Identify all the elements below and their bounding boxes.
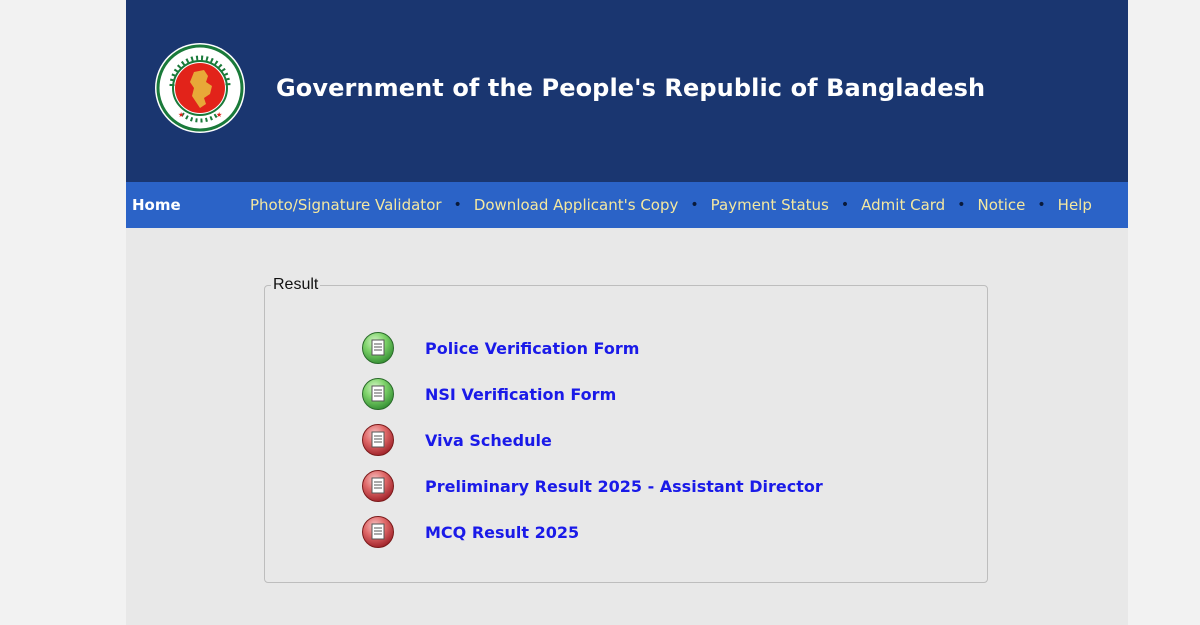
result-item-mcq-result[interactable]: MCQ Result 2025 (361, 515, 579, 549)
nav-notice[interactable]: Notice (977, 196, 1025, 214)
nsi-verification-form-link[interactable]: NSI Verification Form (425, 385, 616, 404)
result-item-police-verification[interactable]: Police Verification Form (361, 331, 639, 365)
nav-download-applicants-copy[interactable]: Download Applicant's Copy (474, 196, 679, 214)
nav-separator: • (690, 197, 699, 213)
document-red-icon[interactable] (361, 423, 395, 457)
document-green-icon[interactable] (361, 331, 395, 365)
nav-admit-card[interactable]: Admit Card (861, 196, 945, 214)
nav-links: Photo/Signature Validator • Download App… (250, 182, 1092, 228)
nav-separator: • (840, 197, 850, 213)
nav-separator: • (957, 197, 966, 213)
nav-home-link[interactable]: Home (132, 182, 181, 228)
svg-text:★: ★ (216, 111, 222, 119)
nav-separator: • (1037, 197, 1046, 213)
preliminary-result-link[interactable]: Preliminary Result 2025 - Assistant Dire… (425, 477, 823, 496)
site-title: Government of the People's Republic of B… (276, 74, 986, 102)
nav-help[interactable]: Help (1058, 196, 1092, 214)
svg-text:★: ★ (178, 111, 184, 119)
site-header: ★ ★ Government of the People's Republic … (126, 0, 1128, 182)
page-container: ★ ★ Government of the People's Republic … (126, 0, 1128, 625)
mcq-result-link[interactable]: MCQ Result 2025 (425, 523, 579, 542)
result-item-preliminary-result[interactable]: Preliminary Result 2025 - Assistant Dire… (361, 469, 823, 503)
result-item-nsi-verification[interactable]: NSI Verification Form (361, 377, 616, 411)
nav-payment-status[interactable]: Payment Status (711, 196, 829, 214)
document-red-icon[interactable] (361, 469, 395, 503)
police-verification-form-link[interactable]: Police Verification Form (425, 339, 639, 358)
nav-separator: • (453, 197, 462, 213)
document-red-icon[interactable] (361, 515, 395, 549)
result-legend: Result (271, 276, 321, 294)
viva-schedule-link[interactable]: Viva Schedule (425, 431, 552, 450)
result-fieldset: Result Police Verification Form NSI Veri… (264, 276, 988, 583)
nav-photo-signature-validator[interactable]: Photo/Signature Validator (250, 196, 442, 214)
document-green-icon[interactable] (361, 377, 395, 411)
bangladesh-government-seal-icon[interactable]: ★ ★ (154, 42, 246, 134)
result-item-viva-schedule[interactable]: Viva Schedule (361, 423, 552, 457)
main-navigation: Home Photo/Signature Validator • Downloa… (126, 182, 1128, 228)
